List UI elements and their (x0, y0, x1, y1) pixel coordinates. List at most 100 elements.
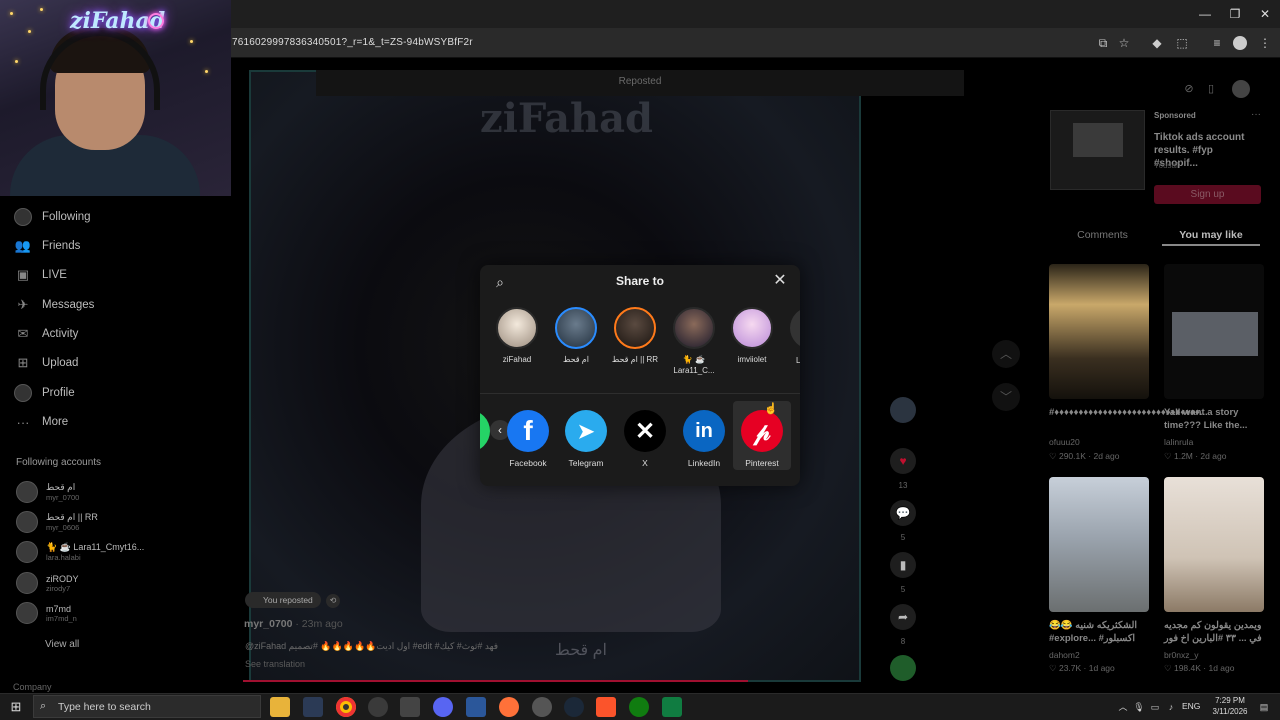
heart-icon[interactable]: ♥ (890, 448, 916, 474)
sound-disc-icon[interactable] (890, 655, 916, 681)
url-text[interactable]: 7616029997836340501?_r=1&_t=ZS-94bWSYBfF… (232, 37, 473, 48)
activity-icon: ✉ (17, 326, 29, 341)
bookmark-icon[interactable]: ▮ (890, 552, 916, 578)
app-icon[interactable] (303, 697, 323, 717)
nav-friends[interactable]: 👥 Friends (14, 235, 80, 257)
minimize-icon[interactable]: — (1190, 4, 1220, 24)
tab-search-icon[interactable]: ≡ (1209, 35, 1225, 51)
close-window-icon[interactable]: ✕ (1250, 4, 1280, 24)
video-caption: @ziFahad اول اديت🔥🔥🔥🔥🔥 #تصميم #edit #فهد… (245, 641, 499, 651)
steam-icon[interactable] (564, 697, 584, 717)
excel-icon[interactable] (662, 697, 682, 717)
video-thumbnail[interactable] (1049, 477, 1149, 612)
following-account[interactable]: ام قحط || RR myr_0606 (16, 508, 98, 536)
card-title[interactable]: 😂😂 الشكثريكه شنيه #explore... #اكسبلور (1049, 619, 1151, 645)
card-author[interactable]: lalinrula (1164, 437, 1193, 447)
browser-menu-icon[interactable]: ⋮ (1257, 35, 1273, 51)
account-name: 🐈 ☕ Lara11_Cmyt16... (46, 542, 145, 552)
platform-partial[interactable] (480, 410, 490, 452)
share-facebook[interactable]: f Facebook (503, 410, 553, 468)
language-indicator[interactable]: ENG (1182, 701, 1200, 711)
chevron-up-icon[interactable]: ︿ (992, 340, 1020, 368)
card-author[interactable]: ofuuu20 (1049, 437, 1080, 447)
app-icon[interactable] (532, 697, 552, 717)
store-icon[interactable] (400, 697, 420, 717)
ad-more-icon[interactable]: ··· (1251, 109, 1261, 120)
share-linkedin[interactable]: in LinkedIn (679, 410, 729, 468)
view-all-link[interactable]: View all (45, 639, 79, 650)
nav-more[interactable]: ··· More (14, 411, 69, 433)
discord-icon[interactable] (433, 697, 453, 717)
share-contact[interactable]: imviiolet (724, 307, 780, 365)
tab-comments[interactable]: Comments (1050, 224, 1155, 246)
compass-icon[interactable]: ⊘ (1180, 80, 1198, 98)
following-account[interactable]: m7md im7md_n (16, 599, 77, 627)
ad-thumbnail[interactable] (1050, 110, 1145, 190)
share-telegram[interactable]: ➤ Telegram (561, 410, 611, 468)
chevron-down-icon[interactable]: ﹀ (992, 383, 1020, 411)
bookmark-star-icon[interactable]: ☆ (1116, 35, 1132, 51)
xbox-icon[interactable] (629, 697, 649, 717)
tray-chevron-up-icon[interactable]: ︿ (1117, 701, 1129, 713)
extensions-puzzle-icon[interactable]: ⬚ (1174, 35, 1190, 51)
install-app-icon[interactable]: ⧉ (1095, 35, 1111, 51)
company-link[interactable]: Company (13, 682, 52, 692)
signup-button[interactable]: Sign up (1154, 185, 1261, 204)
notifications-icon[interactable]: ▤ (1258, 701, 1270, 713)
tab-you-may-like[interactable]: You may like (1162, 224, 1260, 246)
video-thumbnail[interactable] (1164, 264, 1264, 399)
share-x[interactable]: ✕ X (620, 410, 670, 468)
word-icon[interactable] (466, 697, 486, 717)
nav-activity[interactable]: ✉ Activity (14, 323, 79, 345)
user-avatar[interactable] (1232, 80, 1250, 98)
firefox-icon[interactable] (499, 697, 519, 717)
network-icon[interactable]: ▭ (1149, 701, 1161, 713)
file-explorer-icon[interactable] (270, 697, 290, 717)
following-account[interactable]: ziRODY zirody7 (16, 569, 79, 597)
search-icon[interactable]: ⌕ (492, 274, 508, 290)
extension-diamond-icon[interactable]: ◆ (1149, 35, 1165, 51)
brave-icon[interactable] (596, 697, 616, 717)
nav-upload[interactable]: ⊞ Upload (14, 352, 79, 374)
card-author[interactable]: br0nxz_y (1164, 650, 1199, 660)
share-contact[interactable]: ام قحط (548, 307, 604, 365)
share-contact[interactable]: 🐈 ☕ Lara11_C... (666, 307, 722, 376)
share-pinterest[interactable]: 𝓅 Pinterest (737, 410, 787, 468)
restore-icon[interactable]: ❐ (1220, 4, 1250, 24)
video-thumbnail[interactable] (1049, 264, 1149, 399)
microphone-icon[interactable]: 🎙 (1133, 701, 1145, 713)
card-title[interactable]: #♦♦♦♦♦♦♦♦♦♦♦♦♦♦♦♦♦♦♦♦♦♦♦♦♦♦♦♦♦♦... (1049, 406, 1208, 419)
chrome-icon[interactable] (336, 697, 356, 717)
device-icon[interactable]: ▯ (1202, 80, 1220, 98)
close-icon[interactable]: ✕ (772, 273, 788, 289)
share-contact[interactable]: ziFahad (489, 307, 545, 365)
volume-icon[interactable]: ♪ (1165, 701, 1177, 713)
clock-time[interactable]: 7:29 PM (1206, 696, 1254, 705)
card-title[interactable]: ويمدين يقولون كم مجديه في ... ٣٣ #الباري… (1164, 619, 1266, 645)
nav-live[interactable]: ▣ LIVE (14, 264, 67, 286)
video-author[interactable]: myr_0700 · 23m ago (244, 618, 343, 630)
share-contact-partial[interactable]: L (788, 307, 800, 377)
see-translation-link[interactable]: See translation (245, 659, 305, 669)
share-icon[interactable]: ➦ (890, 604, 916, 630)
profile-avatar-icon[interactable] (1233, 36, 1247, 50)
video-thumbnail[interactable] (1164, 477, 1264, 612)
card-title[interactable]: Yall want a story time??? Like the... (1164, 406, 1266, 432)
obs-icon[interactable] (368, 697, 388, 717)
nav-profile[interactable]: Profile (14, 382, 75, 404)
card-author[interactable]: dahom2 (1049, 650, 1080, 660)
profile-avatar (14, 384, 32, 402)
contact-name: L (796, 356, 800, 365)
video-progress-bar[interactable] (243, 680, 748, 682)
clock-date[interactable]: 3/11/2026 (1204, 707, 1256, 716)
comment-icon[interactable]: 💬 (890, 500, 916, 526)
nav-messages[interactable]: ✈ Messages (14, 294, 95, 316)
author-avatar[interactable] (890, 397, 916, 423)
following-account[interactable]: 🐈 ☕ Lara11_Cmyt16... lara.halabi (16, 538, 144, 566)
nav-following[interactable]: Following (14, 206, 91, 228)
windows-start-icon[interactable]: ⊞ (8, 699, 24, 715)
following-account[interactable]: ام قحط myr_0700 (16, 478, 79, 506)
share-dialog-title: Share to (615, 274, 664, 288)
repost-icon[interactable]: ⟲ (326, 594, 340, 608)
share-contact[interactable]: ام قحط || RR (607, 307, 663, 365)
